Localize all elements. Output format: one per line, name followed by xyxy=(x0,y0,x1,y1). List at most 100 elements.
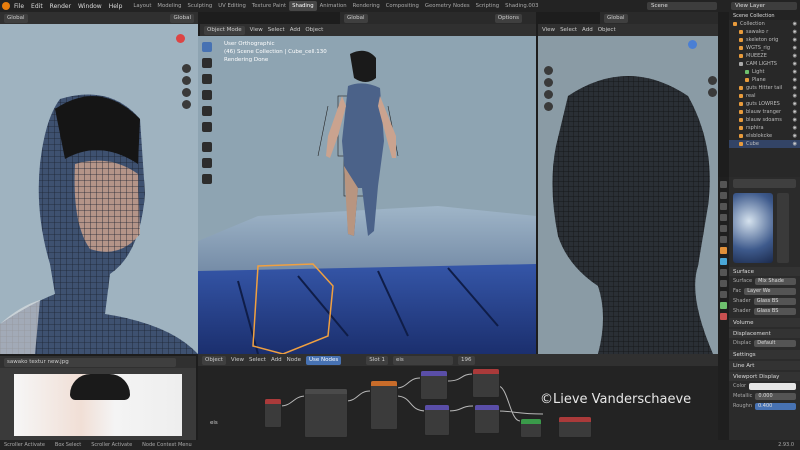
material-name-field[interactable]: eis xyxy=(393,355,454,365)
right-menu-select[interactable]: Select xyxy=(560,27,577,33)
material-tab-icon[interactable] xyxy=(720,313,727,320)
shader2-field[interactable]: Glass BS xyxy=(753,307,796,315)
visibility-eye-icon[interactable]: ◉ xyxy=(793,85,797,91)
object-mode-dropdown[interactable]: Object Mode xyxy=(204,25,245,35)
view-layer-selector[interactable]: View Layer xyxy=(731,2,797,10)
node-editor-mode-dropdown[interactable]: Object xyxy=(202,355,226,365)
node-menu-select[interactable]: Select xyxy=(249,357,266,363)
visibility-eye-icon[interactable]: ◉ xyxy=(793,21,797,27)
outliner-item[interactable]: WGTS_rig ◉ xyxy=(729,44,800,52)
cursor-tool-icon[interactable] xyxy=(202,58,212,68)
world-tab-icon[interactable] xyxy=(720,236,727,243)
output-tab-icon[interactable] xyxy=(720,203,727,210)
rotate-tool-icon[interactable] xyxy=(202,90,212,100)
visibility-eye-icon[interactable]: ◉ xyxy=(793,77,797,83)
center-menu-add[interactable]: Add xyxy=(290,27,301,33)
menu-file[interactable]: File xyxy=(14,3,24,10)
outliner-item[interactable]: real ◉ xyxy=(729,92,800,100)
center-menu-select[interactable]: Select xyxy=(268,27,285,33)
outliner-item[interactable]: sawako r ◉ xyxy=(729,28,800,36)
line-art-section-header[interactable]: Line Art xyxy=(729,361,800,370)
particles-tab-icon[interactable] xyxy=(720,269,727,276)
tab-texture-paint[interactable]: Texture Paint xyxy=(249,1,289,11)
shader-node[interactable] xyxy=(420,370,448,400)
left-ortho-icon[interactable] xyxy=(182,100,191,109)
surface-shader-field[interactable]: Mix Shade xyxy=(755,277,796,285)
tab-sculpting[interactable]: Sculpting xyxy=(185,1,216,11)
right-gizmo-axis-icon[interactable] xyxy=(688,40,697,49)
transform-tool-icon[interactable] xyxy=(202,122,212,132)
visibility-eye-icon[interactable]: ◉ xyxy=(793,125,797,131)
tab-rendering[interactable]: Rendering xyxy=(350,1,383,11)
left-global-dropdown[interactable]: Global xyxy=(170,13,194,23)
visibility-eye-icon[interactable]: ◉ xyxy=(793,45,797,51)
shader-node[interactable] xyxy=(370,380,398,430)
blender-logo-icon[interactable] xyxy=(2,2,10,10)
select-box-tool-icon[interactable] xyxy=(202,42,212,52)
tab-layout[interactable]: Layout xyxy=(130,1,154,11)
slot-dropdown[interactable]: Slot 1 xyxy=(366,355,389,365)
object-tab-icon[interactable] xyxy=(720,247,727,254)
shader-node[interactable] xyxy=(472,368,500,398)
physics-tab-icon[interactable] xyxy=(720,280,727,287)
right-transform-orientation[interactable]: Global xyxy=(604,13,628,23)
visibility-eye-icon[interactable]: ◉ xyxy=(793,93,797,99)
right-side-pan-icon[interactable] xyxy=(708,88,717,97)
constraints-tab-icon[interactable] xyxy=(720,291,727,298)
left-viewport[interactable] xyxy=(0,24,198,354)
tab-compositing[interactable]: Compositing xyxy=(383,1,422,11)
scene-selector[interactable]: Scene xyxy=(647,2,717,10)
outliner-item[interactable]: blauw tranger ◉ xyxy=(729,108,800,116)
outliner-item[interactable]: skeleton orig ◉ xyxy=(729,36,800,44)
settings-section-header[interactable]: Settings xyxy=(729,350,800,359)
image-zoom-icon[interactable] xyxy=(184,380,193,389)
tab-animation[interactable]: Animation xyxy=(317,1,350,11)
outliner-item[interactable]: MUEEZE ◉ xyxy=(729,52,800,60)
shader-node[interactable] xyxy=(424,404,450,436)
material-slot-list[interactable] xyxy=(777,193,789,263)
annotate-tool-icon[interactable] xyxy=(202,142,212,152)
node-menu-view[interactable]: View xyxy=(231,357,244,363)
outliner-item[interactable]: CAM LIGHTS ◉ xyxy=(729,60,800,68)
right-menu-object[interactable]: Object xyxy=(598,27,616,33)
tab-uv-editing[interactable]: UV Editing xyxy=(215,1,249,11)
center-viewport[interactable]: User Orthographic (46) Scene Collection … xyxy=(198,36,536,354)
material-output-node[interactable] xyxy=(558,416,592,438)
outliner-item[interactable]: Cube ◉ xyxy=(729,140,800,148)
visibility-eye-icon[interactable]: ◉ xyxy=(793,117,797,123)
shader-node[interactable] xyxy=(520,418,542,438)
outliner-item[interactable]: Collection ◉ xyxy=(729,20,800,28)
left-transform-orientation[interactable]: Global xyxy=(4,13,28,23)
visibility-eye-icon[interactable]: ◉ xyxy=(793,69,797,75)
shader1-field[interactable]: Glass BS xyxy=(753,297,796,305)
visibility-eye-icon[interactable]: ◉ xyxy=(793,101,797,107)
menu-render[interactable]: Render xyxy=(50,3,71,10)
node-editor-canvas[interactable]: eis ©Lieve Vanderschaeve xyxy=(198,366,718,440)
outliner-item[interactable]: rsphira ◉ xyxy=(729,124,800,132)
visibility-eye-icon[interactable]: ◉ xyxy=(793,141,797,147)
center-menu-object[interactable]: Object xyxy=(305,27,323,33)
data-tab-icon[interactable] xyxy=(720,302,727,309)
scene-tab-icon[interactable] xyxy=(720,225,727,232)
right-zoom-icon[interactable] xyxy=(544,66,553,75)
outliner-item[interactable]: Light ◉ xyxy=(729,68,800,76)
node-menu-node[interactable]: Node xyxy=(287,357,301,363)
tab-scripting[interactable]: Scripting xyxy=(473,1,503,11)
menu-window[interactable]: Window xyxy=(78,3,102,10)
right-camera-icon[interactable] xyxy=(544,90,553,99)
outliner-item[interactable]: guts LOWRES ◉ xyxy=(729,100,800,108)
right-ortho-icon[interactable] xyxy=(544,102,553,111)
roughness-field[interactable]: 0.400 xyxy=(755,402,796,410)
right-pan-icon[interactable] xyxy=(544,78,553,87)
menu-help[interactable]: Help xyxy=(109,3,123,10)
outliner-item[interactable]: blauw sdoams ◉ xyxy=(729,116,800,124)
options-dropdown[interactable]: Options xyxy=(494,13,522,23)
use-nodes-checkbox[interactable]: Use Nodes xyxy=(305,355,342,365)
visibility-eye-icon[interactable]: ◉ xyxy=(793,37,797,43)
right-side-zoom-icon[interactable] xyxy=(708,76,717,85)
volume-section-header[interactable]: Volume xyxy=(729,318,800,327)
measure-tool-icon[interactable] xyxy=(202,158,212,168)
metallic-field[interactable]: 0.000 xyxy=(755,392,796,400)
tab-modeling[interactable]: Modeling xyxy=(154,1,184,11)
properties-search-input[interactable] xyxy=(733,179,796,188)
